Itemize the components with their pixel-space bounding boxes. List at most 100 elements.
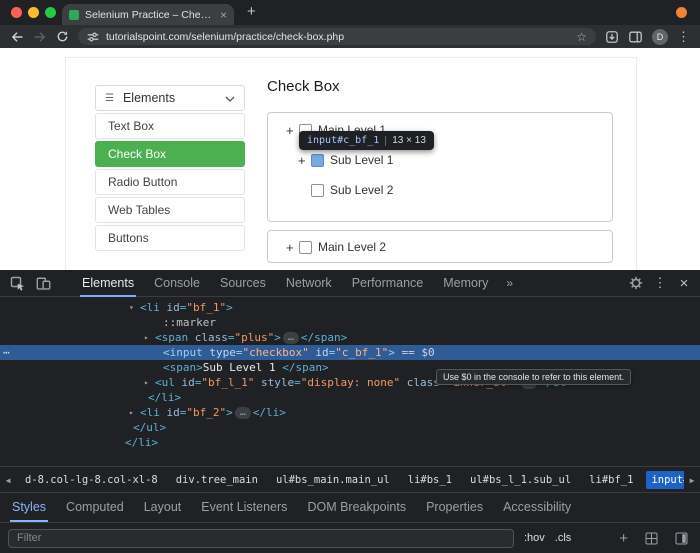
new-style-rule-icon[interactable]: + [619, 530, 628, 547]
tab-network[interactable]: Network [276, 270, 342, 297]
new-tab-button[interactable]: + [247, 3, 256, 20]
breadcrumb-item[interactable]: ul#bs_l_1.sub_ul [465, 471, 576, 489]
tab-styles[interactable]: Styles [2, 493, 56, 522]
code-token-tag: <span [155, 331, 195, 344]
dock-panel-icon[interactable] [675, 532, 688, 545]
tab-memory[interactable]: Memory [433, 270, 498, 297]
devtools-tabbar: ElementsConsoleSourcesNetworkPerformance… [0, 270, 700, 297]
code-token-attr: id [167, 301, 180, 314]
code-token-val: "bf_l_1" [201, 376, 254, 389]
code-token-val: "checkbox" [242, 346, 308, 359]
code-token-val: "bf_1" [186, 301, 226, 314]
expand-plus-icon[interactable]: + [286, 240, 293, 255]
side-panel-icon[interactable] [628, 30, 643, 44]
sidebar-item-text-box[interactable]: Text Box [95, 113, 245, 139]
webpage-viewport: ☰ Elements Text BoxCheck BoxRadio Button… [0, 48, 700, 270]
breadcrumb-item[interactable]: d-8.col-lg-8.col-xl-8 [20, 471, 163, 489]
code-token-tag: > [274, 331, 281, 344]
tab-console[interactable]: Console [144, 270, 210, 297]
collapse-arrow-icon[interactable]: ▾ [129, 300, 134, 315]
window-zoom-button[interactable] [45, 7, 56, 18]
expand-plus-icon[interactable]: + [286, 123, 293, 138]
dom-node[interactable]: </li> [0, 435, 700, 450]
profile-badge[interactable] [676, 7, 687, 18]
tab-dom-breakpoints[interactable]: DOM Breakpoints [297, 493, 416, 522]
code-token-attr: class [407, 376, 440, 389]
dom-node[interactable]: ▾<li id="bf_1"> [0, 300, 700, 315]
window-minimize-button[interactable] [28, 7, 39, 18]
device-toolbar-icon[interactable] [30, 270, 56, 297]
tab-accessibility[interactable]: Accessibility [493, 493, 581, 522]
devtools-close-icon[interactable]: × [672, 270, 696, 297]
devtools-menu-icon[interactable]: ⋮ [648, 270, 672, 297]
inspect-element-icon[interactable] [4, 270, 30, 297]
tab-properties[interactable]: Properties [416, 493, 493, 522]
menu-header-label: Elements [123, 91, 216, 105]
code-token-attr: style [261, 376, 294, 389]
more-tabs-icon[interactable]: » [498, 270, 521, 297]
back-icon[interactable] [10, 30, 24, 44]
sidebar-item-buttons[interactable]: Buttons [95, 225, 245, 251]
dom-node[interactable]: ▸<span class="plus">…</span> [0, 330, 700, 345]
tab-close-icon[interactable]: × [220, 9, 227, 21]
tab-computed[interactable]: Computed [56, 493, 134, 522]
forward-icon[interactable] [33, 30, 47, 44]
window-close-button[interactable] [11, 7, 22, 18]
node-options-dots-icon[interactable]: ⋯ [3, 345, 11, 360]
menu-header[interactable]: ☰ Elements [95, 85, 245, 111]
grid-icon[interactable] [645, 532, 658, 545]
tab-event-listeners[interactable]: Event Listeners [191, 493, 297, 522]
browser-tab[interactable]: Selenium Practice – Check Bo × [62, 4, 234, 25]
code-token-tag [400, 376, 407, 389]
code-token-attr: class [195, 331, 228, 344]
expand-arrow-icon[interactable]: ▸ [129, 405, 134, 420]
expand-arrow-icon[interactable]: ▸ [144, 375, 149, 390]
breadcrumb: ◀ d-8.col-lg-8.col-xl-8 div.tree_main ul#b… [0, 466, 700, 492]
class-toggle[interactable]: .cls [555, 532, 572, 544]
expand-plus-icon[interactable]: + [298, 153, 305, 168]
tab-sources[interactable]: Sources [210, 270, 276, 297]
install-app-icon[interactable] [605, 30, 619, 44]
browser-menu-icon[interactable]: ⋮ [677, 29, 690, 45]
dom-node[interactable]: ::marker [0, 315, 700, 330]
checkbox[interactable] [311, 184, 324, 197]
hamburger-icon: ☰ [105, 93, 114, 104]
sidebar-item-web-tables[interactable]: Web Tables [95, 197, 245, 223]
practice-menu: ☰ Elements Text BoxCheck BoxRadio Button… [95, 85, 245, 253]
url-text[interactable]: tutorialspoint.com/selenium/practice/che… [106, 31, 569, 43]
dom-node[interactable]: ▸<li id="bf_2">…</li> [0, 405, 700, 420]
styles-filter-input[interactable] [8, 529, 514, 548]
site-settings-icon[interactable] [87, 31, 99, 43]
tab-performance[interactable]: Performance [342, 270, 434, 297]
dom-node-selected[interactable]: ⋯<input type="checkbox" id="c_bf_1"> == … [0, 345, 700, 360]
code-token-attr: id [182, 376, 195, 389]
code-token-sys: ::marker [163, 316, 216, 329]
settings-gear-icon[interactable] [624, 270, 648, 297]
dom-node[interactable]: </li> [0, 390, 700, 405]
breadcrumb-item[interactable]: li#bf_1 [584, 471, 638, 489]
dom-node[interactable]: </ul> [0, 420, 700, 435]
code-token-tag: </li> [148, 391, 181, 404]
crumbs-scroll-left-icon[interactable]: ◀ [0, 467, 16, 492]
breadcrumb-item[interactable]: li#bs_1 [403, 471, 457, 489]
breadcrumb-item[interactable]: ul#bs_main.main_ul [271, 471, 395, 489]
code-token-val: "c_bf_1" [335, 346, 388, 359]
inline-expand-icon[interactable]: … [235, 407, 251, 419]
bookmark-star-icon[interactable]: ☆ [576, 30, 587, 44]
profile-avatar[interactable]: D [652, 29, 668, 45]
tab-elements[interactable]: Elements [72, 270, 144, 297]
checkbox[interactable] [299, 241, 312, 254]
sidebar-item-check-box[interactable]: Check Box [95, 141, 245, 167]
breadcrumb-item[interactable]: div.tree_main [171, 471, 263, 489]
checkbox-inspect-highlighted[interactable] [311, 154, 324, 167]
crumbs-scroll-right-icon[interactable]: ▶ [684, 467, 700, 492]
code-token-plain: Sub Level 1 [203, 361, 282, 374]
tab-layout[interactable]: Layout [134, 493, 192, 522]
pseudo-class-toggle[interactable]: :hov [524, 532, 545, 544]
reload-icon[interactable] [56, 30, 69, 43]
code-token-tag: </li> [125, 436, 158, 449]
sidebar-item-radio-button[interactable]: Radio Button [95, 169, 245, 195]
address-bar[interactable]: tutorialspoint.com/selenium/practice/che… [78, 28, 596, 45]
expand-arrow-icon[interactable]: ▸ [144, 330, 149, 345]
inline-expand-icon[interactable]: … [283, 332, 299, 344]
